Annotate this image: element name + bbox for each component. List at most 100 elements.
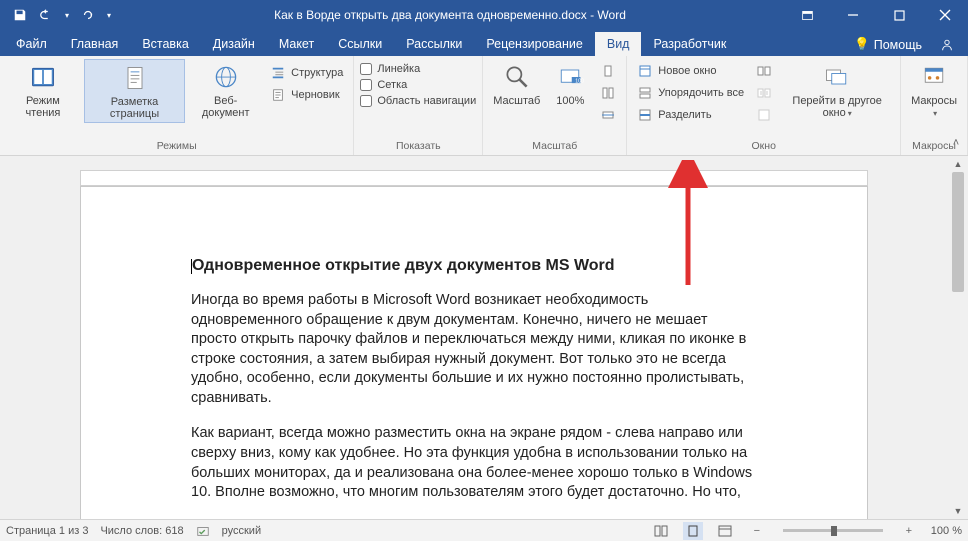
- tab-home[interactable]: Главная: [59, 32, 131, 56]
- read-mode-label: Режим чтения: [10, 95, 76, 119]
- tab-review[interactable]: Рецензирование: [474, 32, 595, 56]
- side-by-side-icon: [756, 63, 772, 79]
- collapse-ribbon-button[interactable]: ˄: [948, 137, 964, 153]
- save-button[interactable]: [8, 3, 32, 27]
- gridlines-checkbox[interactable]: Сетка: [360, 79, 476, 91]
- maximize-button[interactable]: [876, 0, 922, 30]
- window-title: Как в Ворде открыть два документа одновр…: [116, 8, 784, 22]
- magnifier-icon: [501, 61, 533, 93]
- close-button[interactable]: [922, 0, 968, 30]
- scroll-down-button[interactable]: ▼: [950, 503, 966, 519]
- draft-label: Черновик: [291, 89, 340, 101]
- group-window-label: Окно: [633, 139, 894, 155]
- tab-design[interactable]: Дизайн: [201, 32, 267, 56]
- web-layout-label: Веб-документ: [193, 95, 258, 119]
- one-page-icon: [600, 63, 616, 79]
- word-count[interactable]: Число слов: 618: [100, 525, 183, 537]
- tab-developer[interactable]: Разработчик: [641, 32, 738, 56]
- zoom-100-label: 100%: [556, 95, 584, 107]
- reset-window-icon: [756, 107, 772, 123]
- read-mode-view[interactable]: [651, 522, 671, 540]
- read-mode-icon: [27, 61, 59, 93]
- sync-scroll-button[interactable]: [752, 83, 776, 103]
- web-layout-button[interactable]: Веб-документ: [189, 59, 262, 121]
- navpane-checkbox[interactable]: Область навигации: [360, 95, 476, 107]
- undo-dropdown[interactable]: ▾: [60, 3, 74, 27]
- multi-page-icon: [600, 85, 616, 101]
- view-side-by-side-button[interactable]: [752, 61, 776, 81]
- zoom-label: Масштаб: [493, 95, 540, 107]
- tab-insert[interactable]: Вставка: [130, 32, 200, 56]
- help-button[interactable]: 💡 Помощь: [846, 33, 930, 56]
- doc-paragraph-2: Как вариант, всегда можно разместить окн…: [191, 424, 757, 502]
- document-page[interactable]: Одновременное открытие двух документов M…: [80, 186, 868, 519]
- ribbon-display-options[interactable]: [784, 0, 830, 30]
- doc-heading: Одновременное открытие двух документов M…: [192, 257, 615, 274]
- arrange-all-label: Упорядочить все: [658, 87, 744, 99]
- qat-customize[interactable]: ▾: [102, 3, 116, 27]
- page-status[interactable]: Страница 1 из 3: [6, 525, 88, 537]
- group-zoom-label: Масштаб: [489, 139, 620, 155]
- zoom-level[interactable]: 100 %: [931, 525, 962, 537]
- web-layout-icon: [210, 61, 242, 93]
- ruler-checkbox[interactable]: Линейка: [360, 63, 476, 75]
- split-icon: [637, 107, 653, 123]
- minimize-button[interactable]: [830, 0, 876, 30]
- document-area: Одновременное открытие двух документов M…: [0, 156, 968, 519]
- scroll-up-button[interactable]: ▲: [950, 156, 966, 172]
- print-layout-label: Разметка страницы: [89, 96, 180, 120]
- page-width-icon: [600, 107, 616, 123]
- undo-button[interactable]: [34, 3, 58, 27]
- outline-button[interactable]: Структура: [266, 63, 347, 83]
- page-width-button[interactable]: [596, 105, 620, 125]
- tab-layout[interactable]: Макет: [267, 32, 326, 56]
- spell-check-status[interactable]: [196, 524, 210, 538]
- doc-paragraph-1: Иногда во время работы в Microsoft Word …: [191, 291, 757, 408]
- redo-button[interactable]: [76, 3, 100, 27]
- macros-label: Макросы: [911, 95, 957, 107]
- web-layout-view[interactable]: [715, 522, 735, 540]
- sync-scroll-icon: [756, 85, 772, 101]
- switch-windows-icon: [821, 61, 853, 93]
- read-mode-button[interactable]: Режим чтения: [6, 59, 80, 121]
- zoom-out-button[interactable]: −: [747, 522, 767, 540]
- tab-file[interactable]: Файл: [4, 32, 59, 56]
- arrange-all-button[interactable]: Упорядочить все: [633, 83, 748, 103]
- zoom-slider[interactable]: [783, 529, 883, 532]
- lightbulb-icon: 💡: [854, 37, 870, 52]
- zoom-in-button[interactable]: +: [899, 522, 919, 540]
- new-window-label: Новое окно: [658, 65, 716, 77]
- outline-label: Структура: [291, 67, 343, 79]
- new-window-icon: [637, 63, 653, 79]
- svg-text:100: 100: [576, 78, 585, 84]
- tab-mailings[interactable]: Рассылки: [394, 32, 474, 56]
- print-layout-view[interactable]: [683, 522, 703, 540]
- zoom-100-button[interactable]: 100 100%: [548, 59, 592, 109]
- horizontal-ruler[interactable]: [80, 170, 868, 186]
- group-views-label: Режимы: [6, 139, 347, 155]
- switch-windows-button[interactable]: Перейти в другое окно▾: [780, 59, 894, 122]
- zoom-100-icon: 100: [554, 61, 586, 93]
- tab-references[interactable]: Ссылки: [326, 32, 394, 56]
- help-label: Помощь: [874, 38, 922, 52]
- print-layout-button[interactable]: Разметка страницы: [84, 59, 185, 123]
- macros-button[interactable]: Макросы▾: [907, 59, 961, 122]
- scroll-thumb[interactable]: [952, 172, 964, 292]
- one-page-button[interactable]: [596, 61, 620, 81]
- split-label: Разделить: [658, 109, 711, 121]
- split-button[interactable]: Разделить: [633, 105, 748, 125]
- share-button[interactable]: [934, 34, 960, 56]
- arrange-all-icon: [637, 85, 653, 101]
- draft-button[interactable]: Черновик: [266, 85, 347, 105]
- zoom-button[interactable]: Масштаб: [489, 59, 544, 109]
- group-show-label: Показать: [360, 139, 476, 155]
- switch-windows-label: Перейти в другое окно: [792, 95, 881, 119]
- multi-page-button[interactable]: [596, 83, 620, 103]
- vertical-scrollbar[interactable]: ▲ ▼: [950, 156, 966, 519]
- tab-view[interactable]: Вид: [595, 32, 642, 56]
- print-layout-icon: [119, 62, 151, 94]
- language-status[interactable]: русский: [222, 525, 261, 537]
- outline-icon: [270, 65, 286, 81]
- reset-window-button[interactable]: [752, 105, 776, 125]
- new-window-button[interactable]: Новое окно: [633, 61, 748, 81]
